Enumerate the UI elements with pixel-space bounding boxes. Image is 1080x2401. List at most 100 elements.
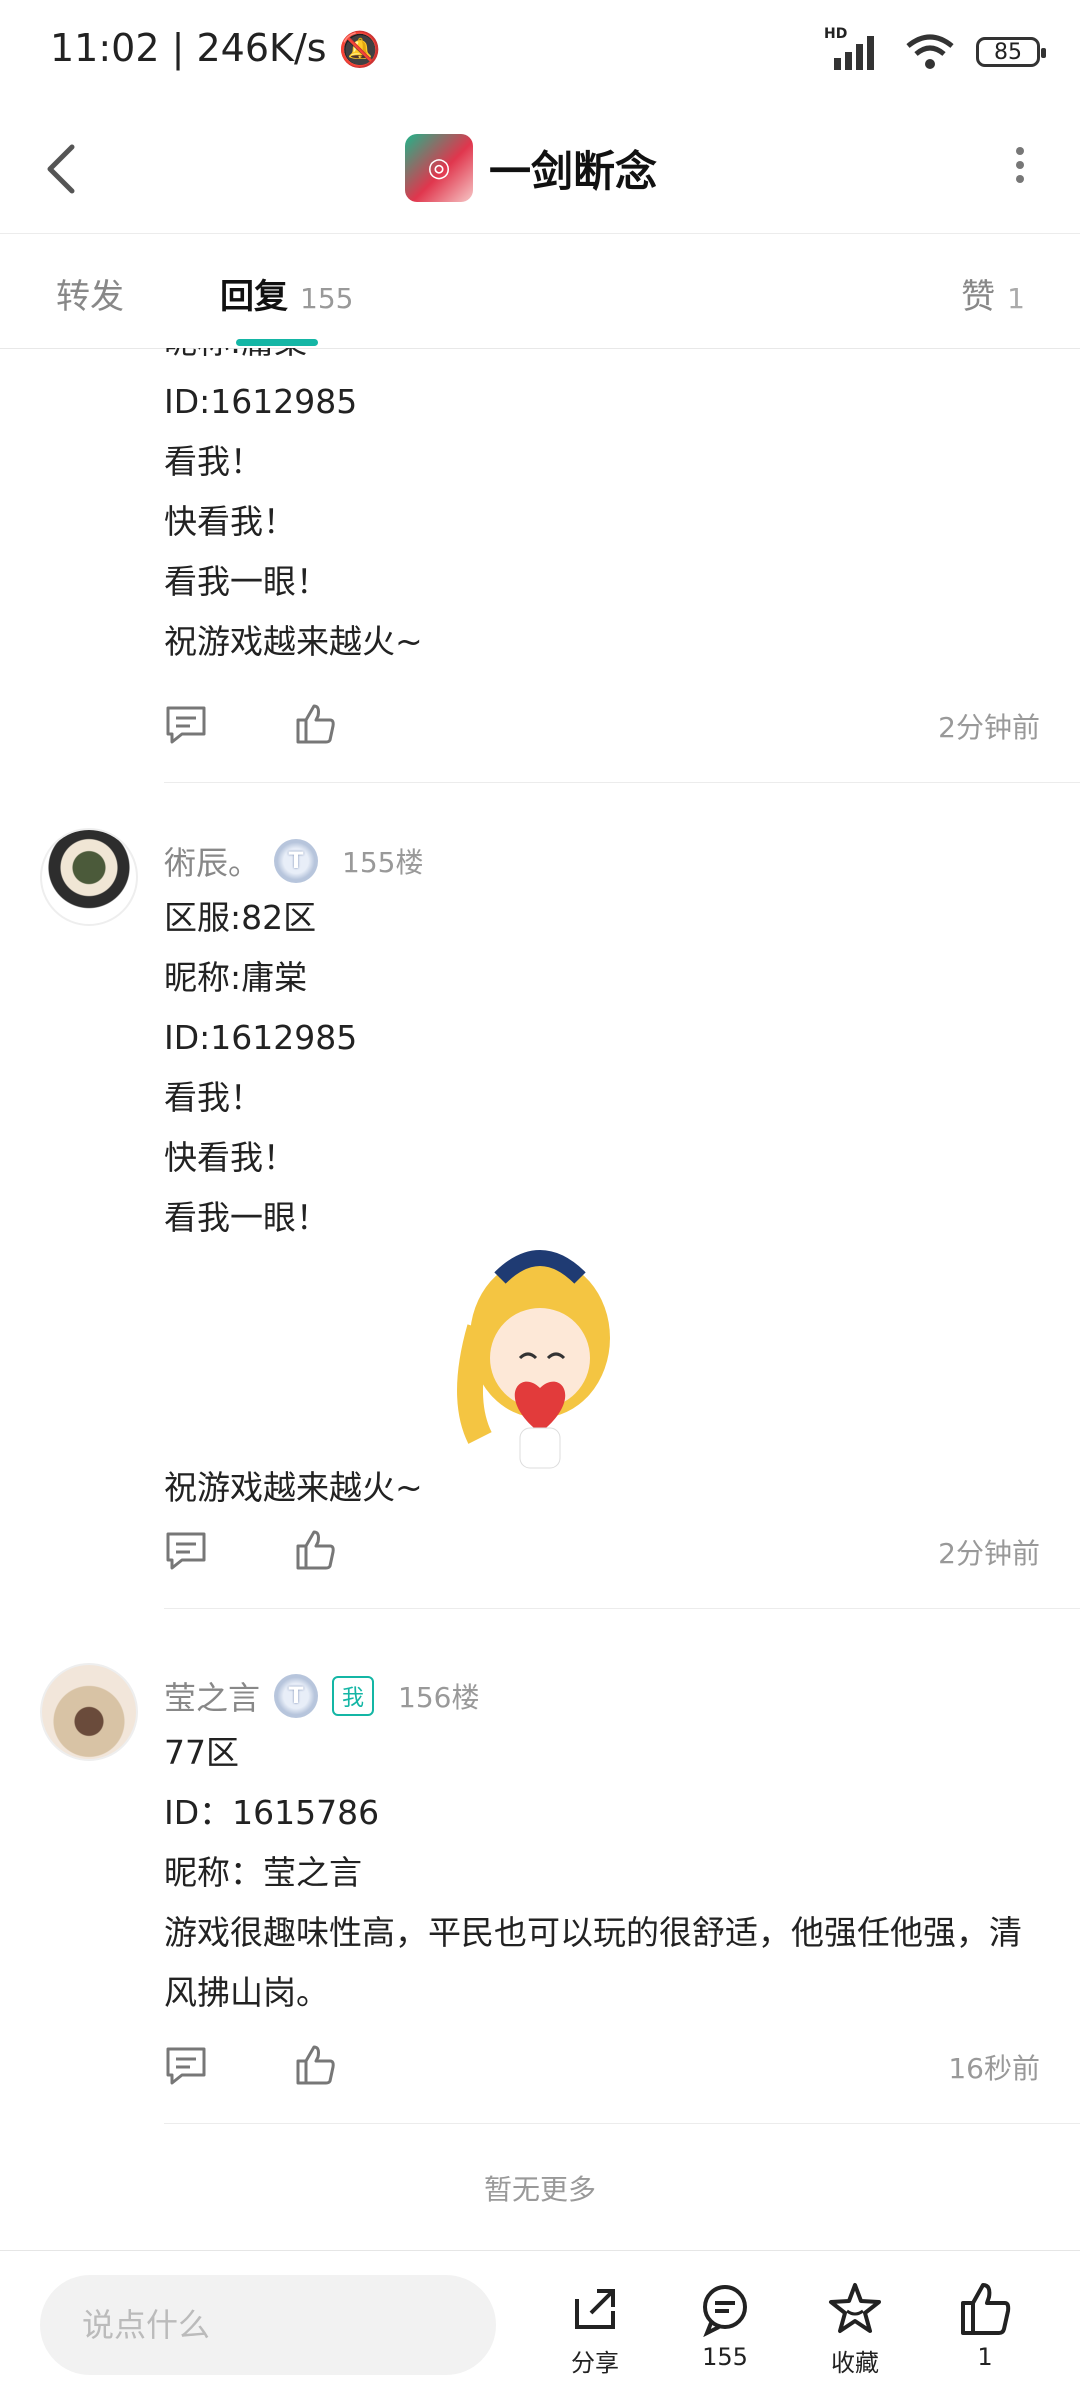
share-icon — [575, 2289, 615, 2329]
tab-reply[interactable]: 回复 155 — [220, 269, 353, 318]
like-count: 1 — [977, 2343, 993, 2371]
status-bar: 11:02 | 246K/s 🔕 HD 85 — [0, 0, 1080, 105]
thumbs-up-icon — [296, 2045, 335, 2085]
battery-level: 85 — [994, 39, 1022, 65]
comment-button[interactable] — [164, 702, 208, 746]
reply-line: ID:1612985 — [164, 1018, 358, 1057]
status-time: 11:02 | 246K/s 🔕 — [50, 26, 381, 70]
tab-like-count: 1 — [1007, 282, 1025, 315]
reply-line: 游戏很趣味性高，平民也可以玩的很舒适，他强任他强，清 — [164, 1913, 1022, 1952]
clock: 11:02 — [50, 26, 160, 70]
reply-line: 祝游戏越来越火~ — [164, 622, 423, 661]
comment-icon — [166, 2047, 206, 2085]
reply-line: 77区 — [164, 1733, 239, 1772]
more-dot-icon — [1016, 161, 1024, 169]
comment-button[interactable] — [164, 1528, 208, 1572]
share-button[interactable]: 分享 — [545, 2281, 645, 2378]
reply-line: 昵称:庸棠 — [164, 348, 1044, 372]
reply-time: 2分钟前 — [938, 1537, 1040, 1570]
reply-line: 看我！ — [164, 1078, 263, 1117]
like-post-button[interactable]: 1 — [935, 2281, 1035, 2371]
username[interactable]: 術辰。 — [164, 838, 260, 884]
star-icon — [829, 2283, 881, 2333]
no-more-text: 暂无更多 — [483, 2173, 596, 2206]
floor-number: 155楼 — [342, 846, 424, 879]
mute-bell-icon: 🔕 — [338, 30, 381, 70]
reply-body: 昵称:庸棠 ID:1612985 看我！ 快看我！ 看我一眼！ 祝游戏越来越火~ — [164, 348, 1044, 672]
reply-line: ID：1615786 — [164, 1793, 380, 1832]
active-tab-indicator — [236, 339, 318, 346]
divider — [164, 2123, 1080, 2124]
reply-time: 2分钟前 — [938, 711, 1040, 744]
page-title: 一剑断念 — [489, 146, 658, 196]
thumbs-up-icon — [296, 704, 335, 744]
status-indicators: HD 85 — [824, 26, 1046, 74]
comments-button[interactable]: 155 — [675, 2281, 775, 2371]
comment-icon — [166, 1532, 206, 1570]
more-options-button[interactable] — [1010, 141, 1030, 201]
back-button[interactable] — [40, 129, 120, 209]
more-dot-icon — [1016, 147, 1024, 155]
like-button[interactable] — [294, 2043, 338, 2087]
like-button[interactable] — [294, 1528, 338, 1572]
thumbs-up-icon — [296, 1530, 335, 1570]
bottom-action-bar: 说点什么 分享 155 收藏 1 — [0, 2250, 1080, 2401]
page-title-group[interactable]: ◎ 一剑断念 — [405, 123, 657, 213]
more-dot-icon — [1016, 175, 1024, 183]
avatar[interactable] — [40, 828, 138, 926]
reply-time: 16秒前 — [948, 2052, 1040, 2085]
like-button[interactable] — [294, 702, 338, 746]
top-app-bar: ◎ 一剑断念 — [0, 105, 1080, 234]
avatar[interactable] — [40, 1663, 138, 1761]
comment-input[interactable]: 说点什么 — [40, 2275, 496, 2375]
favorite-button[interactable]: 收藏 — [805, 2281, 905, 2378]
level-badge-icon: T — [274, 839, 319, 883]
reply-meta: 莹之言 T 我 156楼 — [164, 1673, 479, 1719]
tab-like[interactable]: 赞1 — [961, 269, 1025, 318]
reply-body: 77区 ID：1615786 昵称：莹之言 游戏很趣味性高，平民也可以玩的很舒适… — [164, 1723, 1044, 2023]
sticker-image[interactable] — [440, 1238, 640, 1478]
reply-list[interactable]: 昵称:庸棠 ID:1612985 看我！ 快看我！ 看我一眼！ 祝游戏越来越火~… — [0, 348, 1080, 2248]
me-badge: 我 — [332, 1676, 375, 1716]
comment-icon — [166, 706, 206, 744]
reply-line: 看我一眼！ — [164, 562, 329, 601]
tabs-bar: 转发 回复 155 赞1 — [0, 233, 1080, 349]
reply-line: 昵称:庸棠 — [164, 958, 308, 997]
cartoon-girl-heart-icon — [457, 1250, 610, 1469]
divider — [164, 782, 1080, 783]
reply-line: 看我！ — [164, 442, 263, 481]
level-badge-icon: T — [274, 1674, 319, 1718]
tab-forward-label: 转发 — [56, 277, 124, 317]
separator: | — [171, 26, 197, 70]
reply-line: 快看我！ — [164, 1138, 296, 1177]
reply-actions: 16秒前 — [164, 2043, 1040, 2093]
share-label: 分享 — [571, 2349, 619, 2377]
reply-line: 昵称：莹之言 — [164, 1853, 362, 1892]
tab-forward[interactable]: 转发 — [56, 269, 124, 318]
reply-meta: 術辰。 T 155楼 — [164, 838, 423, 884]
tab-reply-label: 回复 — [220, 277, 288, 317]
divider — [164, 1608, 1080, 1609]
tab-like-label: 赞 — [961, 277, 996, 317]
reply-line: ID:1612985 — [164, 382, 358, 421]
reply-actions: 2分钟前 — [164, 1528, 1040, 1578]
username[interactable]: 莹之言 — [164, 1673, 260, 1719]
reply-line: 区服:82区 — [164, 898, 317, 937]
signal-icon: HD — [824, 26, 884, 72]
reply-actions: 2分钟前 — [164, 702, 1040, 752]
floor-number: 156楼 — [398, 1681, 480, 1714]
thumbs-up-icon — [961, 2283, 1011, 2335]
wifi-icon — [906, 34, 954, 69]
chevron-left-icon — [47, 144, 75, 194]
comment-bubble-icon — [703, 2285, 747, 2337]
network-speed: 246K/s — [196, 26, 327, 70]
game-logo-icon: ◎ — [405, 134, 473, 202]
comment-button[interactable] — [164, 2043, 208, 2087]
battery-icon: 85 — [976, 37, 1046, 67]
hd-indicator: HD — [824, 26, 848, 42]
comment-count: 155 — [702, 2343, 748, 2371]
reply-line: 风拂山岗。 — [164, 1973, 329, 2012]
tab-reply-count: 155 — [300, 282, 354, 315]
reply-line: 快看我！ — [164, 502, 296, 541]
favorite-label: 收藏 — [831, 2349, 879, 2377]
